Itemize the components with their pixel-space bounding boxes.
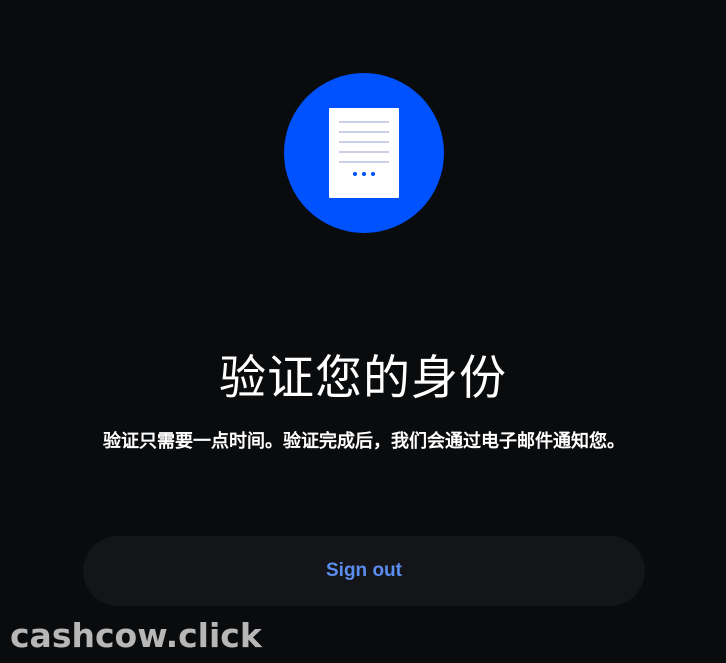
verify-identity-page: 验证您的身份 验证只需要一点时间。验证完成后，我们会通过电子邮件通知您。 Sig… — [0, 0, 726, 663]
page-title: 验证您的身份 — [219, 351, 507, 406]
sign-out-button[interactable]: Sign out — [83, 536, 645, 606]
document-line — [339, 121, 389, 123]
document-dot — [371, 172, 375, 176]
document-icon — [329, 108, 399, 198]
document-dot — [362, 172, 366, 176]
document-line — [339, 141, 389, 143]
verification-illustration — [284, 73, 444, 233]
document-line — [339, 151, 389, 153]
watermark-text: cashcow.click — [10, 616, 262, 655]
document-dots — [329, 167, 399, 181]
document-line — [339, 161, 389, 163]
document-line — [339, 131, 389, 133]
document-dot — [353, 172, 357, 176]
page-subtitle: 验证只需要一点时间。验证完成后，我们会通过电子邮件通知您。 — [103, 431, 625, 452]
